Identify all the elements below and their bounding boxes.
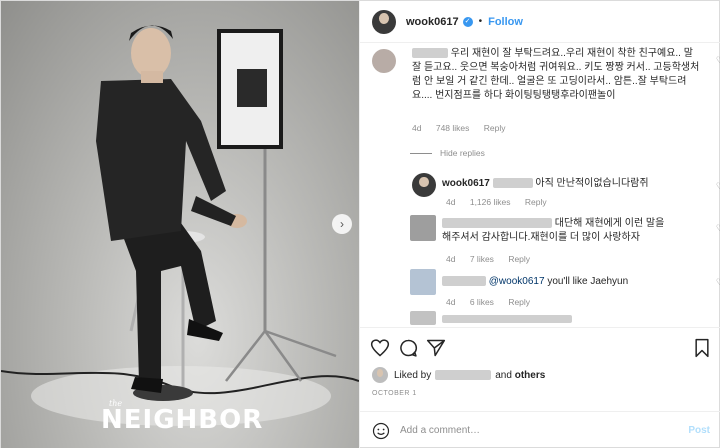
comment-text-block: 우리 재현이 잘 부탁드려요..우리 재현이 착한 친구예요.. 말 잘 듣고요…: [412, 47, 700, 103]
liked-by-and: and: [495, 369, 512, 381]
post-side-panel: wook0617 ✓ • Follow 우리 재현이 잘 부탁드려요..우리 재…: [359, 1, 720, 448]
reply-avatar[interactable]: [412, 173, 436, 197]
post-header: wook0617 ✓ • Follow: [360, 1, 720, 43]
photo-illustration: [1, 25, 359, 426]
comment-item: 우리 재현이 잘 부탁드려요..우리 재현이 착한 친구예요.. 말 잘 듣고요…: [372, 43, 720, 143]
reply-item: wook0617 아직 만난적이없습니다람쥐 4d 1,126 likes Re…: [372, 173, 720, 213]
reply-meta: 4d 6 likes Reply: [446, 297, 542, 307]
header-username[interactable]: wook0617: [406, 16, 459, 28]
reply-likes[interactable]: 7 likes: [470, 254, 494, 264]
bookmark-icon[interactable]: [692, 338, 712, 358]
post-photo[interactable]: the NEIGHBOR ›: [1, 1, 359, 448]
comment-likes[interactable]: 748 likes: [436, 123, 470, 133]
liked-by-row: Liked by and others: [372, 367, 545, 383]
reply-meta: 4d 1,126 likes Reply: [446, 197, 559, 207]
comment-text: 우리 재현이 잘 부탁드려요..우리 재현이 착한 친구예요.. 말 잘 듣고요…: [412, 48, 700, 101]
redacted-mention: [492, 178, 533, 189]
reply-text-line1: 대단해 재현에게 이런 말을: [554, 218, 665, 229]
like-comment-heart-icon[interactable]: ♡: [716, 55, 720, 66]
comments-list[interactable]: 우리 재현이 잘 부탁드려요..우리 재현이 착한 친구예요.. 말 잘 듣고요…: [360, 43, 720, 327]
verified-badge-icon: ✓: [462, 16, 473, 27]
avatar[interactable]: [372, 9, 396, 34]
heart-icon[interactable]: [370, 338, 390, 358]
reply-button[interactable]: Reply: [525, 197, 547, 207]
post-date[interactable]: OCTOBER 1: [372, 390, 417, 397]
reply-item-partial: [372, 311, 712, 327]
reply-text-line2: 해주셔서 감사합니다.재현이를 더 많이 사랑하자: [442, 232, 640, 243]
like-reply-heart-icon[interactable]: ♡: [716, 223, 720, 234]
reply-mention[interactable]: @wook0617: [489, 276, 545, 287]
like-reply-heart-icon[interactable]: ♡: [716, 277, 720, 288]
reply-item: @wook0617 you'll like Jaehyun 4d 6 likes…: [372, 267, 720, 307]
reply-text-block: 대단해 재현에게 이런 말을 해주셔서 감사합니다.재현이를 더 많이 사랑하자: [442, 217, 704, 245]
hide-replies-button[interactable]: Hide replies: [410, 148, 485, 158]
liked-by-others[interactable]: others: [515, 370, 546, 381]
reply-button[interactable]: Reply: [484, 123, 506, 133]
redacted-liker: [435, 370, 492, 380]
redacted-username: [412, 48, 448, 59]
reply-age: 4d: [446, 197, 456, 207]
reply-avatar[interactable]: [410, 215, 436, 241]
chevron-right-icon[interactable]: ›: [332, 214, 352, 234]
liked-by-avatar[interactable]: [372, 367, 388, 383]
reply-username[interactable]: wook0617: [442, 178, 490, 189]
reply-meta: 4d 7 likes Reply: [446, 254, 542, 264]
commenter-avatar[interactable]: [372, 49, 396, 73]
add-comment-bar: Post: [360, 411, 720, 448]
reply-likes[interactable]: 1,126 likes: [470, 197, 511, 207]
reply-text-block: wook0617 아직 만난적이없습니다람쥐: [442, 177, 702, 191]
reply-text-block: [442, 313, 720, 327]
reply-avatar[interactable]: [410, 311, 436, 325]
comment-icon[interactable]: [398, 338, 418, 358]
share-icon[interactable]: [426, 338, 446, 358]
reply-text: you'll like Jaehyun: [547, 276, 629, 287]
comment-age: 4d: [412, 123, 422, 133]
add-comment-input[interactable]: [400, 425, 689, 436]
redacted-username: [442, 218, 552, 229]
like-reply-heart-icon[interactable]: ♡: [716, 181, 720, 192]
header-separator: •: [478, 16, 483, 27]
redacted-text: [442, 315, 572, 324]
reply-text-block: @wook0617 you'll like Jaehyun: [442, 275, 704, 289]
liked-by-prefix: Liked by: [394, 369, 432, 381]
reply-avatar[interactable]: [410, 269, 436, 295]
reply-text: 아직 만난적이없습니다람쥐: [535, 178, 649, 189]
reply-button[interactable]: Reply: [508, 297, 530, 307]
reply-likes[interactable]: 6 likes: [470, 297, 494, 307]
comment-meta: 4d 748 likes Reply: [412, 123, 518, 133]
redacted-username: [442, 276, 486, 287]
reply-age: 4d: [446, 297, 456, 307]
reply-age: 4d: [446, 254, 456, 264]
post-comment-button[interactable]: Post: [688, 425, 710, 436]
follow-button[interactable]: Follow: [488, 16, 523, 28]
reply-button[interactable]: Reply: [508, 254, 530, 264]
smiley-icon[interactable]: [372, 422, 390, 440]
post-actions-bar: [360, 327, 720, 365]
instagram-post: the NEIGHBOR › wook0617 ✓ • Follow 우리 재현…: [0, 0, 720, 448]
reply-item: 대단해 재현에게 이런 말을 해주셔서 감사합니다.재현이를 더 많이 사랑하자…: [372, 215, 720, 264]
watermark-logo: NEIGHBOR: [101, 405, 264, 435]
